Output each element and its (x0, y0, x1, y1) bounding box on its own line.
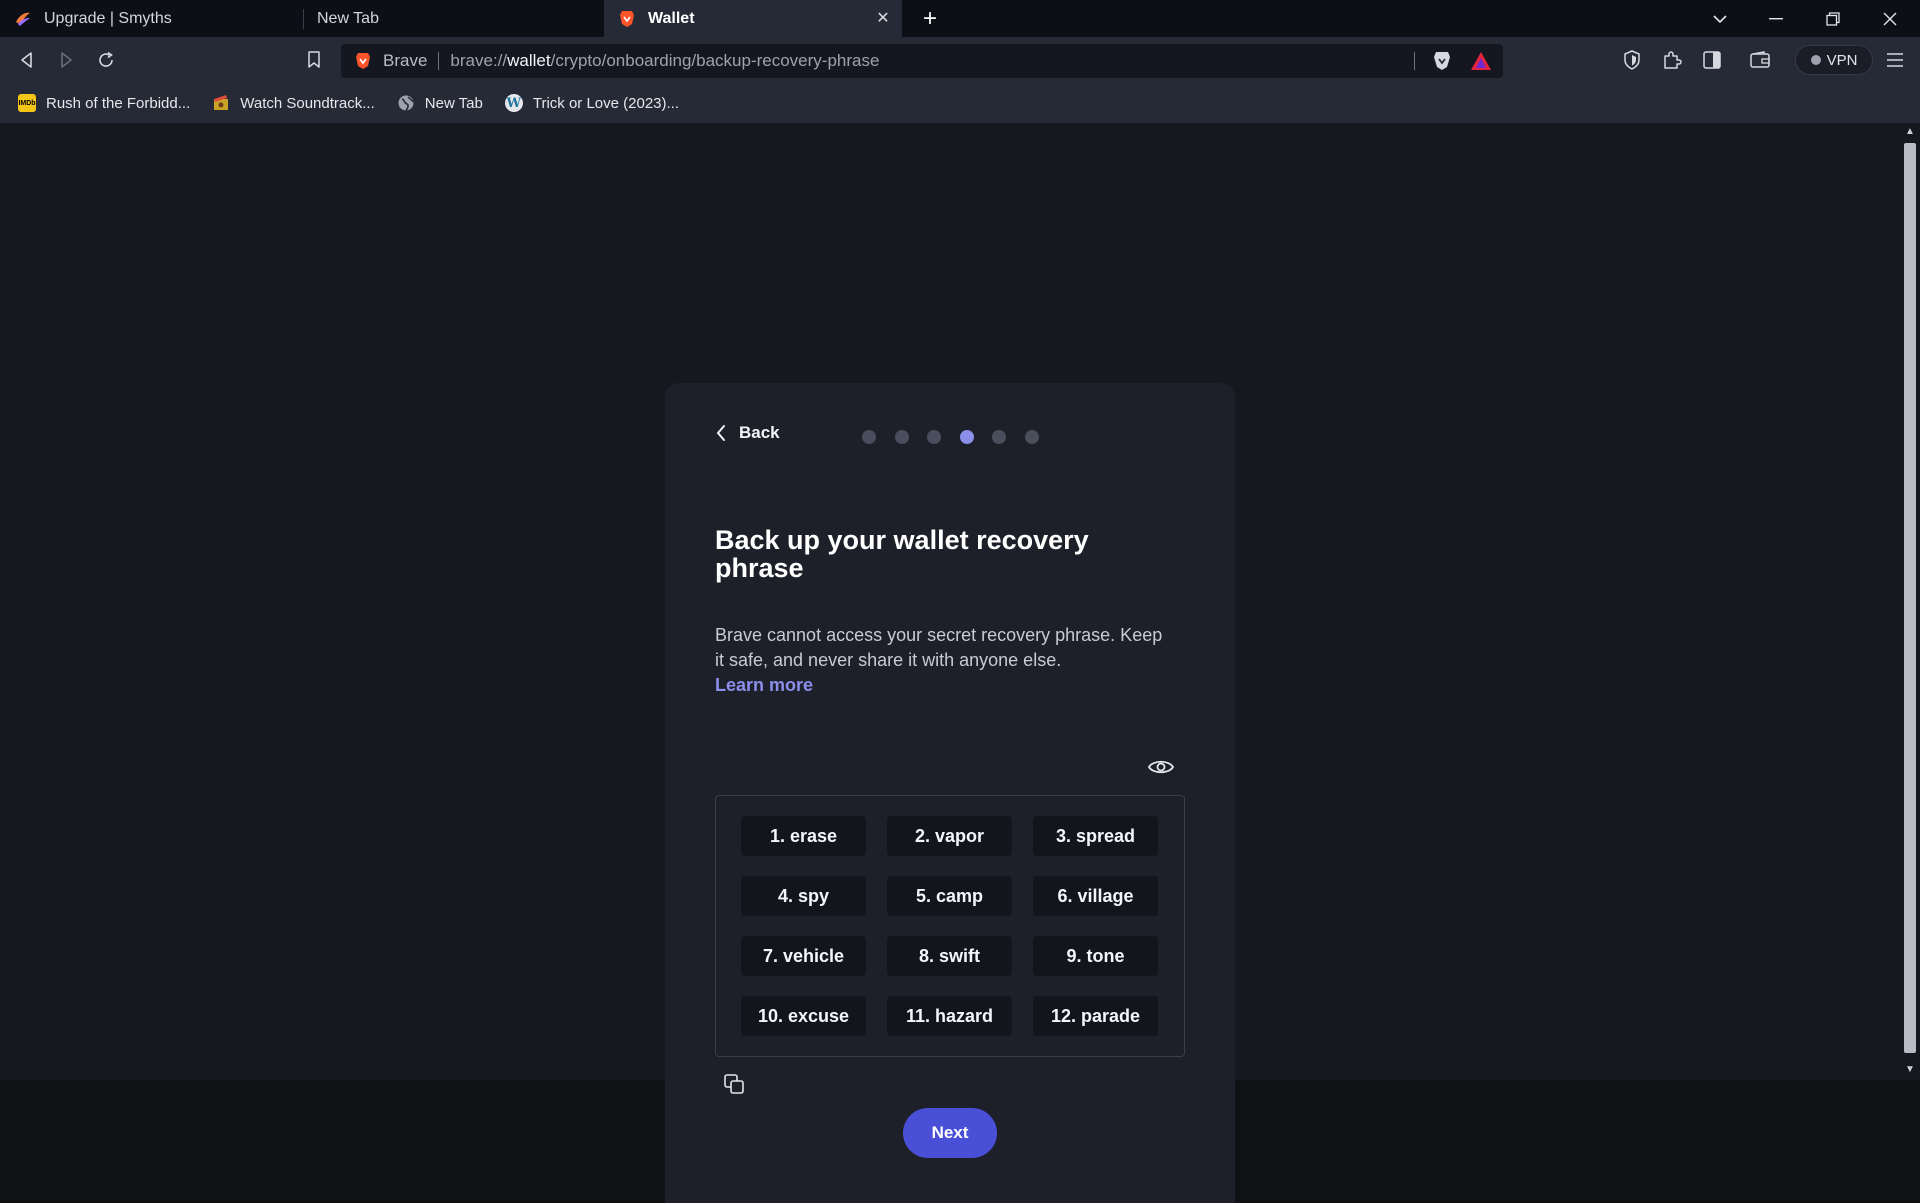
page-content: Back Back up your wallet recovery phrase… (0, 123, 1900, 1203)
recovery-word: 7. vehicle (741, 936, 866, 976)
tab-search-chevron-icon[interactable] (1692, 0, 1748, 37)
browser-toolbar: Brave brave://wallet/crypto/onboarding/b… (0, 37, 1920, 83)
address-divider (1414, 52, 1415, 70)
scrollbar[interactable]: ▲ ▼ (1900, 123, 1920, 1080)
tab-title: Wallet (648, 9, 695, 27)
tab-wallet[interactable]: Wallet ✕ (604, 0, 902, 37)
smyths-logo-icon (14, 10, 32, 28)
close-window-icon[interactable] (1862, 0, 1918, 37)
forward-arrow-icon[interactable] (52, 46, 80, 74)
wallet-icon[interactable] (1746, 46, 1774, 74)
bookmark-label: Watch Soundtrack... (240, 94, 375, 112)
step-dot (894, 430, 909, 444)
description-text: Brave cannot access your secret recovery… (715, 625, 1163, 670)
tab-upgrade-smyths[interactable]: Upgrade | Smyths (0, 0, 302, 37)
bookmark-label: Trick or Love (2023)... (532, 94, 680, 112)
step-dot (959, 430, 974, 444)
bookmark-item[interactable]: W Trick or Love (2023)... (504, 94, 680, 112)
tab-new-tab[interactable]: New Tab (303, 0, 603, 37)
recovery-phrase-grid: 1. erase 2. vapor 3. spread 4. spy 5. camp 6.… (715, 795, 1185, 1057)
shield-icon[interactable] (1618, 46, 1646, 74)
recovery-word: 9. tone (1033, 936, 1158, 976)
brave-lion-icon (618, 10, 636, 28)
tab-strip: Upgrade | Smyths New Tab Wallet ✕ + (0, 0, 1920, 37)
step-dot (1024, 430, 1039, 444)
next-button[interactable]: Next (903, 1108, 997, 1158)
new-tab-plus-icon[interactable]: + (916, 5, 944, 33)
onboarding-card: Back Back up your wallet recovery phrase… (665, 383, 1235, 1203)
scrollbar-thumb[interactable] (1904, 143, 1916, 1053)
url-path: /crypto/onboarding/backup-recovery-phras… (550, 51, 880, 70)
recovery-word: 5. camp (887, 876, 1012, 916)
tab-title: New Tab (317, 9, 379, 27)
reload-icon[interactable] (92, 46, 120, 74)
recovery-word: 3. spread (1033, 816, 1158, 856)
extensions-puzzle-icon[interactable] (1658, 46, 1686, 74)
imdb-icon: IMDb (18, 94, 36, 112)
bookmark-label: New Tab (424, 94, 483, 112)
recovery-word: 4. spy (741, 876, 866, 916)
learn-more-link[interactable]: Learn more (715, 675, 813, 695)
minimize-icon[interactable] (1748, 0, 1804, 37)
address-divider (438, 52, 440, 70)
bookmarks-bar: IMDb Rush of the Forbidd... Watch Soundt… (0, 83, 1920, 123)
page-title: Back up your wallet recovery phrase (715, 525, 1089, 583)
step-dot (862, 430, 876, 444)
globe-icon (397, 94, 415, 112)
brave-shields-icon[interactable] (1431, 50, 1453, 72)
recovery-word: 12. parade (1033, 996, 1158, 1036)
step-dot (992, 430, 1006, 444)
back-label: Back (739, 423, 780, 442)
bookmark-item[interactable]: New Tab (397, 94, 483, 112)
vpn-label: VPN (1826, 51, 1858, 69)
bookmark-item[interactable]: Watch Soundtrack... (212, 94, 375, 112)
brave-lion-icon (353, 51, 373, 71)
step-indicator (862, 430, 1057, 444)
wordpress-icon: W (504, 94, 523, 112)
step-dot (927, 430, 941, 444)
back-button[interactable]: Back (715, 423, 780, 443)
sidebar-toggle-icon[interactable] (1698, 46, 1726, 74)
bookmark-icon[interactable] (300, 46, 328, 74)
recovery-word: 2. vapor (887, 816, 1012, 856)
restore-icon[interactable] (1805, 0, 1861, 37)
recovery-word: 10. excuse (741, 996, 866, 1036)
back-arrow-icon[interactable] (13, 46, 41, 74)
description: Brave cannot access your secret recovery… (715, 623, 1175, 698)
tab-title: Upgrade | Smyths (44, 9, 172, 27)
vpn-status-dot-icon (1810, 55, 1821, 65)
bookmark-label: Rush of the Forbidd... (46, 94, 191, 112)
scroll-down-arrow-icon[interactable]: ▼ (1904, 1063, 1916, 1075)
site-name: Brave (383, 51, 428, 70)
copy-icon[interactable] (723, 1073, 745, 1095)
url-host: wallet (507, 51, 551, 70)
url-prefix: brave:// (450, 51, 508, 70)
recovery-word: 6. village (1033, 876, 1158, 916)
film-icon (212, 94, 230, 112)
close-tab-icon[interactable]: ✕ (874, 9, 892, 27)
chevron-left-icon (716, 425, 725, 441)
menu-hamburger-icon[interactable] (1881, 46, 1909, 74)
recovery-word: 1. erase (741, 816, 866, 856)
address-bar[interactable]: Brave brave://wallet/crypto/onboarding/b… (341, 44, 1503, 78)
url-text[interactable]: brave://wallet/crypto/onboarding/backup-… (450, 51, 879, 71)
recovery-word: 11. hazard (887, 996, 1012, 1036)
eye-icon[interactable] (1148, 757, 1174, 777)
bookmark-item[interactable]: IMDb Rush of the Forbidd... (18, 94, 190, 112)
recovery-word: 8. swift (887, 936, 1012, 976)
brave-rewards-icon[interactable] (1469, 50, 1493, 72)
vpn-button[interactable]: VPN (1795, 45, 1873, 75)
scroll-up-arrow-icon[interactable]: ▲ (1904, 125, 1916, 137)
